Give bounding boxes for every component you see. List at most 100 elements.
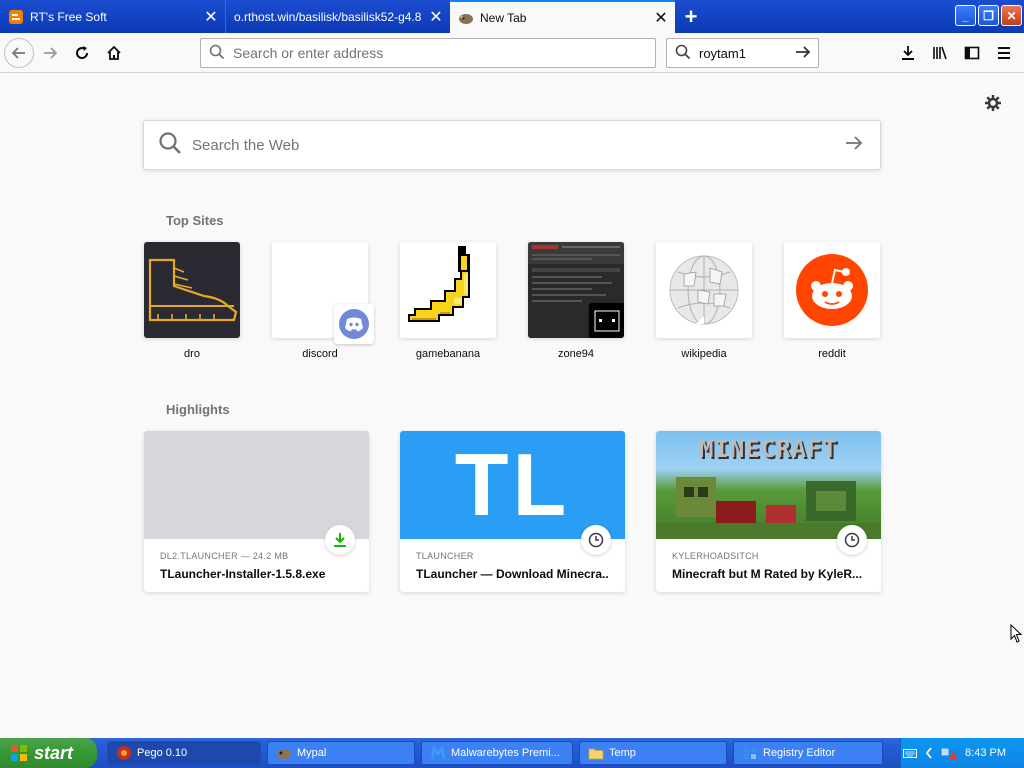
reddit-thumbnail [784, 242, 880, 338]
highlight-card[interactable]: TL TLAUNCHER TLauncher — Download Minecr… [400, 431, 625, 592]
reddit-alien-icon [796, 254, 868, 326]
taskbar-item-label: Malwarebytes Premi... [451, 747, 560, 759]
close-tab-icon[interactable]: ✕ [422, 7, 450, 27]
blogger-icon [8, 9, 24, 25]
top-site-zone94[interactable]: zone94 [528, 242, 624, 360]
discord-thumbnail [272, 242, 374, 344]
back-button[interactable] [4, 37, 34, 68]
search-bar[interactable]: roytam1 [666, 38, 819, 68]
taskbar-item-label: Mypal [297, 747, 327, 759]
taskbar-item-pego[interactable]: Pego 0.10 [107, 741, 261, 765]
zone94-thumbnail [528, 242, 624, 338]
close-tab-icon[interactable]: ✕ [647, 8, 675, 28]
sidebar-icon [964, 46, 980, 60]
reload-icon [76, 45, 89, 59]
web-search-placeholder: Search the Web [192, 136, 300, 154]
windows-flag-icon [11, 745, 27, 761]
toolbar-buttons [892, 37, 1020, 69]
taskbar-item-malwarebytes[interactable]: Malwarebytes Premi... [421, 741, 573, 765]
library-button[interactable] [924, 37, 956, 69]
minecraft-scene [656, 477, 881, 539]
taskbar-item-registry-editor[interactable]: Registry Editor [733, 741, 883, 765]
window-controls: _ ❐ ✕ [955, 5, 1022, 26]
top-site-label: discord [302, 348, 338, 360]
highlight-source: DL2.TLAUNCHER — 24.2 MB [160, 551, 289, 561]
sidebar-button[interactable] [956, 37, 988, 69]
zone94-badge [589, 303, 624, 338]
pego-app-icon [117, 746, 131, 760]
top-site-label: dro [184, 348, 200, 360]
highlight-thumbnail [144, 431, 369, 539]
address-bar[interactable]: Search or enter address [200, 38, 656, 68]
download-icon [902, 46, 914, 60]
hamburger-menu-icon [998, 47, 1010, 59]
arrow-right-icon [44, 46, 58, 59]
top-site-wikipedia[interactable]: wikipedia [656, 242, 752, 360]
highlight-title: TLauncher-Installer-1.5.8.exe [160, 567, 326, 581]
menu-button[interactable] [988, 37, 1020, 69]
top-site-gamebanana[interactable]: gamebanana [400, 242, 496, 360]
home-button[interactable] [98, 37, 130, 69]
minimize-button[interactable]: _ [955, 5, 976, 26]
download-icon [325, 525, 355, 555]
tab-title: RT's Free Soft [30, 9, 107, 24]
gear-icon[interactable] [984, 94, 1004, 114]
start-button[interactable]: start [0, 738, 97, 768]
zone94-logo-icon [594, 310, 620, 332]
top-site-discord[interactable]: discord [272, 242, 374, 360]
highlight-card[interactable]: MINECRAFT KYLERHOADSITCH Minecraft but M… [656, 431, 881, 592]
top-site-dro[interactable]: dro [144, 242, 240, 360]
highlight-title: TLauncher — Download Minecra... [416, 567, 609, 581]
highlights-heading: Highlights [166, 402, 230, 417]
tab-new-tab[interactable]: New Tab ✕ [450, 0, 675, 33]
tab-basilisk-download[interactable]: o.rthost.win/basilisk/basilisk52-g4.8.wi… [225, 0, 450, 33]
malwarebytes-app-icon [431, 745, 445, 760]
restore-button[interactable]: ❐ [978, 5, 999, 26]
search-go-icon[interactable] [794, 43, 812, 66]
highlight-title: Minecraft but M Rated by KyleR... [672, 567, 863, 581]
folder-icon [588, 748, 604, 760]
dro-thumbnail [144, 242, 240, 338]
close-tab-icon[interactable]: ✕ [197, 7, 225, 27]
downloads-button[interactable] [892, 37, 924, 69]
forward-button[interactable] [34, 37, 66, 69]
taskbar-item-label: Temp [609, 747, 636, 759]
tab-rts-free-soft[interactable]: RT's Free Soft ✕ [0, 0, 225, 33]
navigation-toolbar: Search or enter address roytam1 [0, 33, 1024, 73]
tab-title: New Tab [480, 10, 527, 25]
web-search-box[interactable]: Search the Web [143, 120, 881, 170]
top-sites-heading: Top Sites [166, 213, 224, 228]
highlight-source: TLAUNCHER [416, 551, 474, 561]
highlight-source: KYLERHOADSITCH [672, 551, 759, 561]
taskbar-item-label: Pego 0.10 [137, 747, 188, 759]
top-site-reddit[interactable]: reddit [784, 242, 880, 360]
clock[interactable]: 8:43 PM [965, 747, 1006, 759]
new-tab-button[interactable]: + [675, 0, 707, 33]
web-search-go-icon[interactable] [844, 133, 864, 159]
fox-icon [458, 10, 474, 26]
top-site-label: gamebanana [415, 348, 481, 360]
discord-icon [339, 309, 369, 339]
banana-icon [408, 246, 470, 322]
network-warning-icon[interactable] [941, 746, 958, 760]
chevron-left-icon[interactable] [925, 747, 933, 759]
reload-button[interactable] [66, 37, 98, 69]
highlight-card[interactable]: DL2.TLAUNCHER — 24.2 MB TLauncher-Instal… [144, 431, 369, 592]
top-site-label: zone94 [557, 348, 595, 360]
taskbar-item-mypal[interactable]: Mypal [267, 741, 415, 765]
search-icon [209, 44, 227, 63]
address-placeholder: Search or enter address [233, 45, 384, 61]
close-window-button[interactable]: ✕ [1001, 5, 1022, 26]
clock-icon [837, 525, 867, 555]
top-site-label: wikipedia [681, 348, 727, 360]
mypal-app-icon [277, 749, 291, 759]
tlauncher-logo: TL [454, 435, 571, 534]
minecraft-thumbnail: MINECRAFT [656, 431, 881, 539]
clock-icon [581, 525, 611, 555]
search-value: roytam1 [699, 45, 746, 61]
taskbar-item-temp[interactable]: Temp [579, 741, 727, 765]
gamebanana-thumbnail [400, 242, 496, 338]
search-icon [675, 44, 693, 63]
boot-icon [148, 258, 238, 322]
keyboard-icon[interactable] [903, 747, 918, 759]
